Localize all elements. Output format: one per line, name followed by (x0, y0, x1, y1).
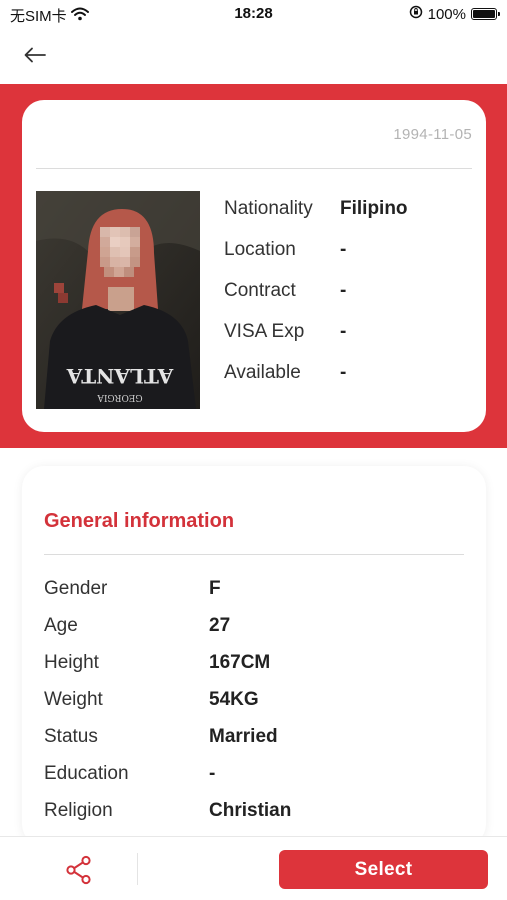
shirt-subprint: GEORGIA (97, 392, 143, 402)
gen-label: Gender (44, 577, 108, 599)
info-row-visa-exp: VISA Exp - (224, 311, 408, 352)
battery-percent: 100% (427, 5, 466, 23)
info-row-nationality: Nationality Filipino (224, 188, 408, 229)
profile-info-list: Nationality Filipino Location - Contract… (224, 188, 408, 393)
gen-value: 167CM (209, 651, 271, 673)
share-button[interactable] (60, 851, 98, 889)
info-value: - (340, 238, 347, 260)
gen-label: Height (44, 651, 99, 673)
gen-value: Christian (209, 799, 292, 821)
bottom-action-bar: Select (0, 836, 507, 900)
section-title: General information (44, 510, 235, 532)
bottom-bar-divider (137, 853, 138, 885)
card-divider (36, 168, 472, 169)
birth-date: 1994-11-05 (393, 126, 472, 143)
nav-bar (0, 30, 507, 82)
back-button[interactable] (20, 42, 50, 68)
profile-card: 1994-11-05 ATLANTA GEORGIA Nationality F… (22, 100, 486, 432)
info-row-location: Location - (224, 229, 408, 270)
info-row-contract: Contract - (224, 270, 408, 311)
gen-value: F (209, 577, 221, 599)
status-bar: 无SIM卡 18:28 100% (0, 0, 507, 30)
select-button[interactable]: Select (279, 850, 488, 889)
battery-fill (473, 10, 495, 18)
general-info-list: Gender F Age 27 Height 167CM Weight 54KG… (44, 570, 291, 829)
gen-label: Weight (44, 688, 103, 710)
gen-row-gender: Gender F (44, 570, 291, 607)
general-info-card: General information Gender F Age 27 Heig… (22, 466, 486, 846)
info-value: Filipino (340, 197, 408, 219)
gen-row-age: Age 27 (44, 607, 291, 644)
gen-row-education: Education - (44, 755, 291, 792)
info-value: - (340, 279, 347, 301)
gen-label: Education (44, 762, 129, 784)
gen-row-height: Height 167CM (44, 644, 291, 681)
info-label: Available (224, 361, 301, 383)
info-value: - (340, 361, 347, 383)
section-divider (44, 554, 464, 555)
orientation-lock-icon (409, 5, 423, 23)
gen-value: 54KG (209, 688, 259, 710)
gen-label: Religion (44, 799, 113, 821)
info-row-available: Available - (224, 352, 408, 393)
info-label: Location (224, 238, 296, 260)
battery-icon (471, 8, 500, 20)
gen-label: Age (44, 614, 78, 636)
gen-row-status: Status Married (44, 718, 291, 755)
gen-value: - (209, 762, 216, 784)
back-arrow-icon (24, 47, 46, 63)
gen-row-religion: Religion Christian (44, 792, 291, 829)
info-label: VISA Exp (224, 320, 305, 342)
gen-label: Status (44, 725, 98, 747)
gen-value: Married (209, 725, 278, 747)
shirt-print: ATLANTA (66, 364, 174, 388)
status-right: 100% (409, 5, 500, 23)
info-label: Nationality (224, 197, 313, 219)
gen-value: 27 (209, 614, 231, 636)
gen-row-weight: Weight 54KG (44, 681, 291, 718)
info-value: - (340, 320, 347, 342)
profile-photo[interactable]: ATLANTA GEORGIA (36, 191, 200, 409)
share-icon (66, 855, 91, 885)
info-label: Contract (224, 279, 296, 301)
